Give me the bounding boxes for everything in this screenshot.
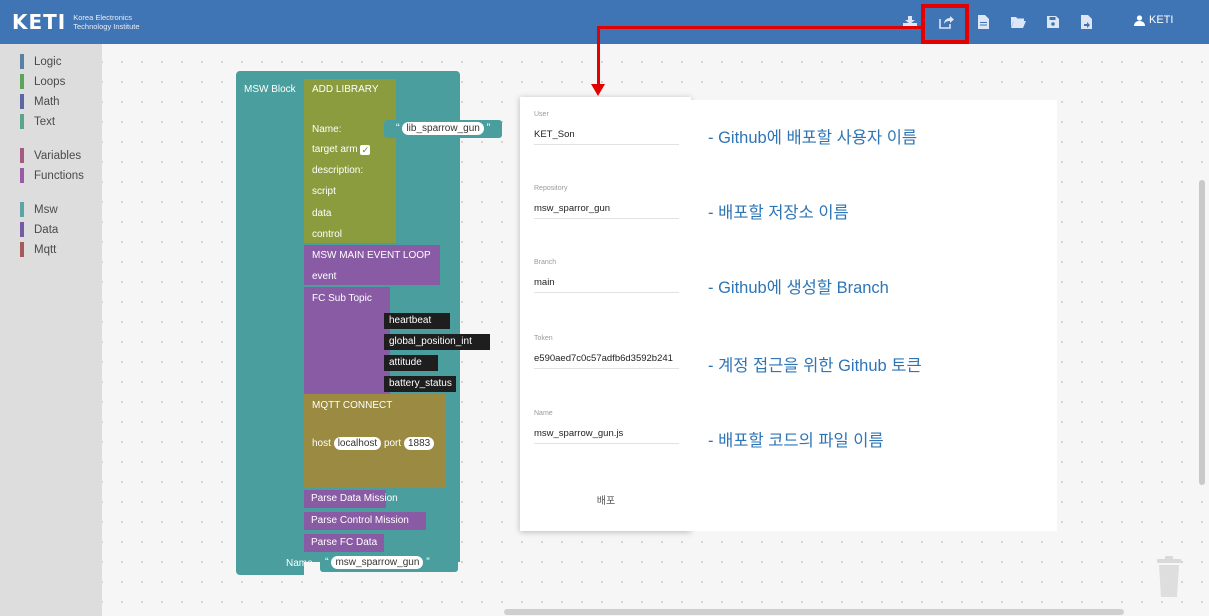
msw-block-title: MSW Block [244,84,296,95]
file-export-icon [1080,15,1092,29]
toolbox-category-variables[interactable]: Variables [20,148,81,163]
bottom-name-string-block[interactable]: “ msw_sparrow_gun ” [320,554,458,572]
target-arm-checkbox[interactable]: ✓ [360,145,371,155]
filename-input[interactable]: msw_sparrow_gun.js [534,424,679,444]
annotation-token: - 계정 접근을 위한 Github 토큰 [708,357,922,375]
deploy-submit-button[interactable]: 배포 [578,493,634,511]
file-icon [977,15,989,29]
repository-input[interactable]: msw_sparror_gun [534,199,679,219]
user-input[interactable]: KET_Son [534,125,679,145]
callout-arrow-horizontal [597,26,921,29]
trash-can-icon[interactable] [1154,555,1184,602]
callout-arrow-head [591,84,605,96]
toolbox-category-text[interactable]: Text [20,114,55,129]
parse-control-mission-block[interactable]: Parse Control Mission [304,512,426,530]
name-field-group: Name msw_sparrow_gun.js [534,410,679,444]
topic-battery-status[interactable]: battery_status [384,376,456,392]
toolbox-category-logic[interactable]: Logic [20,54,62,69]
repository-field-group: Repository msw_sparror_gun [534,185,679,219]
open-folder-button[interactable] [1010,14,1026,30]
horizontal-scrollbar[interactable] [504,609,1124,615]
logo-subtitle: Korea Electronics Technology Institute [73,13,140,31]
toolbox-category-math[interactable]: Math [20,94,60,109]
export-file-button[interactable] [1078,14,1094,30]
keti-logo: KETI Korea Electronics Technology Instit… [12,6,140,38]
annotation-user: - Github에 배포할 사용자 이름 [708,129,918,147]
parse-fc-data-block[interactable]: Parse FC Data [304,534,384,552]
host-field[interactable]: localhost [333,437,382,450]
vertical-scrollbar[interactable] [1199,180,1205,485]
toolbox-category-msw[interactable]: Msw [20,202,58,217]
new-file-button[interactable] [975,14,991,30]
save-button[interactable] [1045,14,1061,30]
folder-open-icon [1010,17,1026,28]
blockly-toolbox: Logic Loops Math Text Variables Function… [0,44,102,616]
annotation-panel: - Github에 배포할 사용자 이름 - 배포할 저장소 이름 - Gith… [691,100,1057,531]
bottom-name-field[interactable]: msw_sparrow_gun [331,556,424,569]
topic-global-position-int[interactable]: global_position_int [384,334,490,350]
user-field-group: User KET_Son [534,111,679,145]
user-menu[interactable]: KETI [1134,14,1173,26]
branch-input[interactable]: main [534,273,679,293]
add-library-block[interactable]: ADD LIBRARY Name: target arm ✓ descripti… [304,79,396,243]
token-input[interactable]: e590aed7c0c57adfb6d3592b241 [534,349,679,369]
github-deploy-dialog: User KET_Son Repository msw_sparror_gun … [520,97,691,531]
user-icon [1134,14,1145,26]
target-arm-row: target arm ✓ [312,144,371,155]
deploy-button-highlight [921,4,969,44]
callout-arrow-vertical [597,26,600,86]
token-field-group: Token e590aed7c0c57adfb6d3592b241 [534,335,679,369]
save-icon [1047,16,1059,28]
lib-name-string-block[interactable]: “ lib_sparrow_gun ” [384,120,502,138]
logo-mark: KETI [12,10,67,34]
annotation-repository: - 배포할 저장소 이름 [708,204,849,222]
topic-heartbeat[interactable]: heartbeat [384,313,450,329]
annotation-branch: - Github에 생성할 Branch [708,279,889,297]
annotation-filename: - 배포할 코드의 파일 이름 [708,432,884,450]
toolbox-category-data[interactable]: Data [20,222,58,237]
fc-sub-topic-block[interactable]: FC Sub Topic [304,287,390,394]
user-name: KETI [1149,14,1174,26]
toolbox-category-loops[interactable]: Loops [20,74,65,89]
toolbox-category-functions[interactable]: Functions [20,168,84,183]
toolbox-category-mqtt[interactable]: Mqtt [20,242,56,257]
topic-attitude[interactable]: attitude [384,355,438,371]
main-event-loop-block[interactable]: MSW MAIN EVENT LOOP event [304,245,440,285]
port-field[interactable]: 1883 [403,437,435,450]
mqtt-connect-block[interactable]: MQTT CONNECT host localhost port 1883 [304,394,446,488]
parse-data-mission-block[interactable]: Parse Data Mission [304,490,398,508]
app-header: KETI Korea Electronics Technology Instit… [0,0,1209,44]
branch-field-group: Branch main [534,259,679,293]
add-library-title: ADD LIBRARY [312,84,379,95]
lib-name-field[interactable]: lib_sparrow_gun [402,122,484,135]
